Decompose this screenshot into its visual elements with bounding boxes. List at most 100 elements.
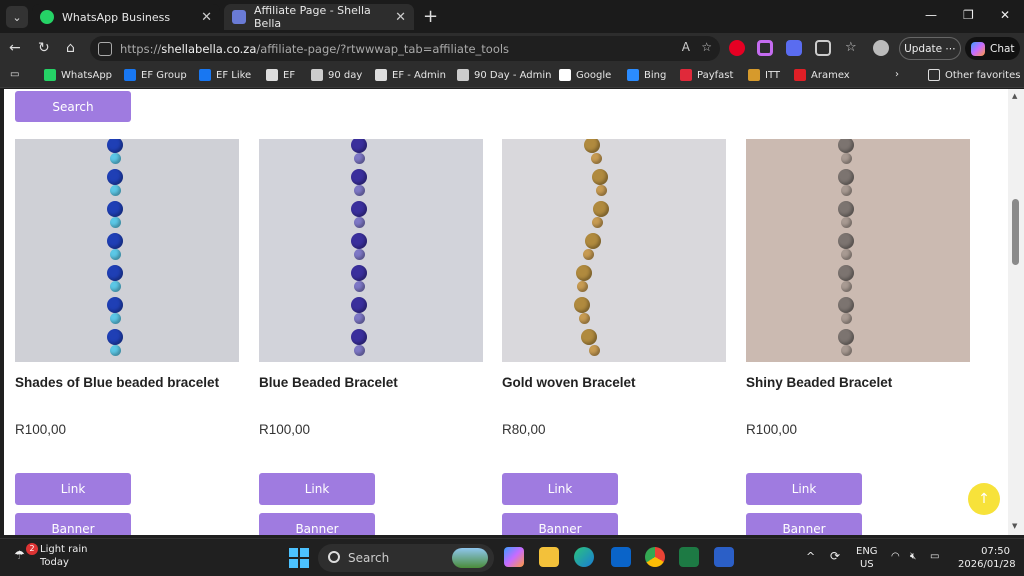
- restore-button[interactable]: ❐: [963, 8, 974, 22]
- scroll-to-top-button[interactable]: ↑: [968, 483, 1000, 515]
- banner-button[interactable]: Banner: [502, 513, 618, 535]
- taskbar-search-box[interactable]: Search: [318, 544, 494, 572]
- minimize-button[interactable]: —: [925, 8, 937, 22]
- link-button[interactable]: Link: [502, 473, 618, 505]
- profile-avatar[interactable]: [873, 40, 889, 56]
- product-image[interactable]: [259, 139, 483, 362]
- other-favorites-label: Other favorites: [945, 69, 1021, 81]
- search-button[interactable]: Search: [15, 91, 131, 122]
- show-hidden-icons-chevron[interactable]: ^: [806, 550, 815, 563]
- tab-affiliate-page[interactable]: Affiliate Page - Shella Bella ✕: [224, 4, 414, 30]
- weather-condition: Light rain: [40, 544, 88, 555]
- grid-icon: [375, 69, 387, 81]
- tab-whatsapp[interactable]: WhatsApp Business ✕: [32, 4, 220, 30]
- bookmark-item[interactable]: 90 Day - Admin: [457, 69, 552, 81]
- product-price: R100,00: [15, 422, 67, 437]
- site-info-icon[interactable]: [98, 41, 112, 56]
- close-icon[interactable]: ✕: [201, 10, 212, 25]
- bookmark-label: EF: [283, 69, 296, 81]
- bead-shape: [351, 265, 367, 281]
- more-favorites-chevron[interactable]: ›: [895, 69, 899, 80]
- banner-button[interactable]: Banner: [15, 513, 131, 535]
- whatsapp-icon: [40, 10, 54, 24]
- reading-list-icon[interactable]: ▭: [10, 69, 19, 80]
- extension-badge-icon[interactable]: [786, 40, 802, 56]
- bead-shape: [351, 169, 367, 185]
- banner-button[interactable]: Banner: [746, 513, 862, 535]
- other-favorites-folder[interactable]: Other favorites: [928, 69, 1020, 81]
- volume-muted-icon[interactable]: 🔇︎: [910, 550, 916, 563]
- bookmark-item[interactable]: 90 day: [311, 69, 362, 81]
- bead-shape: [588, 345, 600, 356]
- close-icon[interactable]: ✕: [395, 10, 406, 25]
- excel-icon[interactable]: [679, 547, 699, 567]
- bookmark-item[interactable]: EF - Admin: [375, 69, 446, 81]
- close-window-button[interactable]: ✕: [1000, 8, 1010, 22]
- weather-widget[interactable]: ☂ 2 Light rain Today: [14, 543, 88, 569]
- refresh-icon[interactable]: ↻: [38, 40, 50, 56]
- address-field[interactable]: https://shellabella.co.za/affiliate-page…: [90, 36, 720, 61]
- update-button[interactable]: Update ⋯: [899, 37, 961, 60]
- clock[interactable]: 07:50 2026/01/28: [958, 545, 1016, 571]
- product-image[interactable]: [15, 139, 239, 362]
- bookmark-item[interactable]: Payfast: [680, 69, 733, 81]
- bookmark-item[interactable]: WhatsApp: [44, 69, 112, 81]
- bookmark-item[interactable]: EF Group: [124, 69, 187, 81]
- input-language-indicator[interactable]: ENG US: [856, 545, 878, 571]
- scroll-up-arrow[interactable]: ▲: [1012, 92, 1017, 100]
- outlook-icon[interactable]: [611, 547, 631, 567]
- tab-label: WhatsApp Business: [62, 10, 171, 24]
- favorites-bar: ▭ WhatsApp EF Group EF Like EF 90 day EF - Ad…: [0, 64, 1024, 88]
- bookmark-item[interactable]: Google: [559, 69, 611, 81]
- rain-cloud-icon: ☂: [14, 548, 25, 562]
- bead-shape: [840, 249, 852, 260]
- sync-icon[interactable]: ⟳: [830, 550, 840, 563]
- link-button[interactable]: Link: [15, 473, 131, 505]
- battery-icon[interactable]: ▭: [930, 550, 939, 563]
- pinterest-icon[interactable]: [729, 40, 745, 56]
- bookmark-item[interactable]: EF: [266, 69, 295, 81]
- home-icon[interactable]: ⌂: [66, 40, 75, 56]
- whatsapp-icon: [44, 69, 56, 81]
- bookmark-item[interactable]: EF Like: [199, 69, 251, 81]
- keyboard-region: US: [859, 559, 874, 570]
- copilot-chat-button[interactable]: Chat: [965, 37, 1020, 60]
- bookmark-item[interactable]: ITT: [748, 69, 780, 81]
- back-icon[interactable]: ←: [9, 40, 21, 56]
- word-icon[interactable]: [714, 547, 734, 567]
- date: 2026/01/28: [958, 559, 1016, 570]
- chrome-icon[interactable]: [645, 547, 665, 567]
- product-image[interactable]: [746, 139, 970, 362]
- page-content: Search Shades of Blue beaded bracelet R10…: [4, 89, 1008, 535]
- colorful-extension-icon[interactable]: [757, 40, 773, 56]
- copilot-app-icon[interactable]: [504, 547, 524, 567]
- link-button[interactable]: Link: [259, 473, 375, 505]
- favorite-star-icon[interactable]: ☆: [701, 40, 712, 54]
- wifi-icon[interactable]: ◠: [891, 550, 900, 563]
- read-aloud-icon[interactable]: A: [682, 40, 690, 54]
- product-image[interactable]: [502, 139, 726, 362]
- bead-shape: [109, 313, 121, 324]
- start-button-windows-icon[interactable]: [289, 548, 309, 568]
- file-explorer-icon[interactable]: [539, 547, 559, 567]
- bead-shape: [596, 185, 608, 196]
- favorites-icon[interactable]: ☆: [845, 40, 861, 56]
- extensions-icon[interactable]: [815, 40, 831, 56]
- payfast-icon: [680, 69, 692, 81]
- new-tab-button[interactable]: +: [423, 6, 438, 27]
- product-price: R80,00: [502, 422, 546, 437]
- tab-actions-menu[interactable]: ⌄: [6, 6, 28, 28]
- address-bar-row: ← ↻ ⌂ https://shellabella.co.za/affiliat…: [0, 33, 1024, 64]
- bookmark-item[interactable]: Aramex: [794, 69, 850, 81]
- scrollbar-thumb[interactable]: [1012, 199, 1019, 265]
- bookmark-item[interactable]: Bing: [627, 69, 666, 81]
- banner-button[interactable]: Banner: [259, 513, 375, 535]
- page-scrollbar[interactable]: ▲ ▼: [1008, 89, 1024, 535]
- product-card: Gold woven Bracelet R80,00 Link Banner: [502, 139, 726, 535]
- edge-browser-icon[interactable]: [574, 547, 594, 567]
- link-button[interactable]: Link: [746, 473, 862, 505]
- weather-day: Today: [40, 557, 69, 568]
- bead-shape: [840, 153, 852, 164]
- scroll-down-arrow[interactable]: ▼: [1012, 522, 1017, 530]
- url-path: /affiliate-page/?rtwwwap_tab=affiliate_t…: [256, 41, 510, 56]
